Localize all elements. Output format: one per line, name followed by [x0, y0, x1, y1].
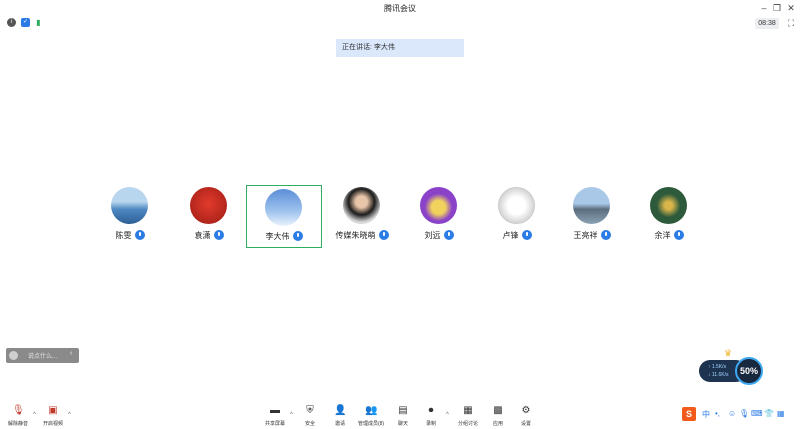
chevron-up-icon[interactable]: ^: [68, 412, 71, 418]
mic-icon: [443, 230, 454, 240]
info-bar: i ✓ ▮: [0, 17, 800, 30]
participant-tile[interactable]: 传媒朱晓萌: [324, 185, 400, 248]
close-icon[interactable]: ✕: [785, 2, 797, 14]
window-title: 腾讯会议: [384, 4, 416, 13]
network-percent: 50%: [735, 357, 763, 385]
signal-icon[interactable]: ▮: [34, 18, 43, 27]
start-video-button[interactable]: ▣ 开启视频: [40, 405, 66, 429]
participant-tile[interactable]: 卢锋: [479, 185, 555, 248]
chevron-up-icon[interactable]: ^: [290, 412, 293, 418]
mic-icon: [213, 230, 224, 240]
meeting-clock: 08:38: [755, 18, 779, 29]
avatar: [573, 187, 610, 224]
speaking-indicator: 正在讲话: 李大伟: [336, 39, 464, 57]
keyboard-icon[interactable]: ⌨: [751, 409, 763, 418]
network-widget[interactable]: ↑ 1.5K/s ↓ 11.6K/s 50% ♛: [699, 348, 763, 385]
avatar: [343, 187, 380, 224]
restore-icon[interactable]: ❐: [771, 2, 783, 14]
punctuation-icon[interactable]: •,: [715, 409, 720, 418]
avatar: [265, 189, 302, 226]
breakout-button[interactable]: ▦ 分组讨论: [455, 405, 481, 429]
record-icon: ⏺: [428, 405, 434, 416]
participant-name: 袁潇: [194, 231, 211, 240]
participant-tile[interactable]: 刘远: [401, 185, 477, 248]
bottom-toolbar: 🎙 解除静音 ^ ▣ 开启视频 ^ ▬ 共享屏幕 ^ ⛨ 安全 👤 邀请 👥 管…: [0, 402, 800, 428]
participant-name: 陈雯: [115, 231, 132, 240]
voice-icon[interactable]: 🎙: [739, 409, 749, 418]
ime-language[interactable]: 中: [702, 409, 710, 420]
chevron-up-icon[interactable]: ^: [33, 412, 36, 418]
participant-name: 卢锋: [502, 231, 519, 240]
participant-tile-active[interactable]: 李大伟: [246, 185, 322, 248]
add-user-icon: 👤: [334, 405, 347, 416]
gear-icon: ⚙: [521, 405, 531, 416]
chat-placeholder: 说点什么...: [28, 354, 58, 360]
avatar: [111, 187, 148, 224]
participant-name: 李大伟: [265, 232, 290, 241]
sogou-logo-icon: S: [682, 407, 696, 421]
skin-icon[interactable]: 👕: [764, 409, 774, 418]
participant-tile[interactable]: 余洋: [631, 185, 707, 248]
security-button[interactable]: ⛨ 安全: [300, 405, 320, 429]
apps-icon: ▩: [493, 405, 503, 416]
unmute-button[interactable]: 🎙 解除静音: [5, 405, 31, 429]
title-bar: 腾讯会议 – ❐ ✕: [0, 0, 800, 17]
camera-off-icon: ▣: [48, 405, 58, 416]
chat-icon: ▤: [398, 405, 408, 416]
chevron-up-icon[interactable]: ^: [446, 412, 449, 418]
avatar: [190, 187, 227, 224]
shield-icon[interactable]: ✓: [21, 18, 30, 27]
download-speed: ↓ 11.6K/s: [708, 372, 729, 378]
upload-speed: ↑ 1.5K/s: [708, 364, 727, 370]
invite-button[interactable]: 👤 邀请: [330, 405, 350, 429]
mic-muted-icon: 🎙: [12, 405, 25, 416]
crown-icon: ♛: [724, 348, 733, 358]
shield-icon: ⛨: [306, 405, 314, 416]
emoji-icon[interactable]: [9, 351, 18, 360]
mic-icon: [600, 230, 611, 240]
settings-button[interactable]: ⚙ 设置: [516, 405, 536, 429]
members-icon: 👥: [365, 405, 378, 416]
breakout-icon: ▦: [463, 405, 473, 416]
manage-members-button[interactable]: 👥 管理成员(8): [355, 405, 387, 429]
avatar: [498, 187, 535, 224]
share-screen-button[interactable]: ▬ 共享屏幕: [262, 405, 288, 429]
chat-button[interactable]: ▤ 聊天: [393, 405, 413, 429]
toolbox-icon[interactable]: ▦: [777, 409, 785, 418]
fullscreen-icon[interactable]: ⛶: [786, 18, 796, 28]
participant-name: 传媒朱晓萌: [335, 231, 376, 240]
mic-icon: [292, 231, 303, 241]
info-icon[interactable]: i: [7, 18, 16, 27]
minimize-icon[interactable]: –: [758, 2, 770, 14]
participant-name: 余洋: [654, 231, 671, 240]
avatar: [650, 187, 687, 224]
collapse-icon[interactable]: ‹: [70, 350, 72, 357]
participant-tile[interactable]: 王亮祥: [554, 185, 630, 248]
participant-tile[interactable]: 袁潇: [171, 185, 247, 248]
mic-icon: [378, 230, 389, 240]
emoji-icon[interactable]: ☺: [728, 409, 736, 418]
mic-icon: [673, 230, 684, 240]
record-button[interactable]: ⏺ 录制: [421, 405, 441, 429]
participant-name: 刘远: [424, 231, 441, 240]
mic-icon: [521, 230, 532, 240]
apps-button[interactable]: ▩ 应用: [488, 405, 508, 429]
mic-icon: [134, 230, 145, 240]
avatar: [420, 187, 457, 224]
share-screen-icon: ▬: [270, 405, 280, 416]
participant-tile[interactable]: 陈雯: [92, 185, 168, 248]
participant-name: 王亮祥: [573, 231, 598, 240]
chat-input[interactable]: 说点什么... ‹: [6, 348, 79, 363]
